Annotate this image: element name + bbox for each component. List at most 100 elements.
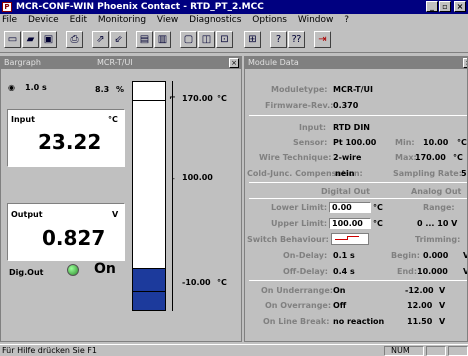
menu-edit[interactable]: Edit (70, 15, 87, 25)
period-radio-icon[interactable]: ◉ (8, 83, 15, 92)
sensor-value: Pt 100.00 (333, 138, 377, 147)
device-icon[interactable]: ⊞ (244, 31, 261, 48)
menu-monitoring[interactable]: Monitoring (98, 15, 146, 25)
status-text: Für Hilfe drücken Sie F1 (2, 346, 97, 355)
module-data-titlebar[interactable]: Module Data × (245, 57, 467, 69)
begin-unit: V (463, 251, 467, 260)
menu-window[interactable]: Window (298, 15, 334, 25)
separator (249, 198, 467, 199)
upper-limit-label: Upper Limit: (271, 219, 328, 228)
new-icon[interactable]: ▭ (4, 31, 21, 48)
output-unit: V (112, 210, 119, 219)
menu-help[interactable]: ? (344, 15, 349, 25)
wire-value: 2-wire (333, 153, 362, 162)
upload-icon[interactable]: ⇗ (92, 31, 109, 48)
menu-device[interactable]: Device (28, 15, 59, 25)
analog-out-header: Analog Out (411, 187, 462, 196)
sampling-value: 5 (461, 169, 467, 178)
output-value: 0.827 (42, 226, 106, 250)
num-lock-indicator: NUM (384, 346, 424, 356)
min-label: Min: (395, 138, 415, 147)
on-overrange-label: On Overrange: (265, 301, 332, 310)
on-delay-label: On-Delay: (283, 251, 328, 260)
window3-icon[interactable]: ⊡ (216, 31, 233, 48)
on-line-break-label: On Line Break: (263, 317, 330, 326)
maximize-icon[interactable]: ▫ (439, 1, 451, 12)
on-underrange-label: On Underrange: (261, 286, 333, 295)
print-icon[interactable]: ⎙ (66, 31, 83, 48)
separator (249, 280, 467, 281)
scale-bottom-value: -10.00 (182, 278, 211, 287)
scale-top-unit: °C (217, 94, 227, 103)
output-box: Output V 0.827 (7, 203, 125, 261)
cjc-value: nein (335, 169, 355, 178)
switch-behaviour-label: Switch Behaviour: (247, 235, 329, 244)
exit-icon[interactable]: ⇥ (314, 31, 331, 48)
open-icon[interactable]: ▰ (22, 31, 39, 48)
scale-bottom-unit: °C (217, 278, 227, 287)
upper-limit-value: 100.00 (332, 219, 363, 228)
title-bar[interactable]: P MCR-CONF-WIN Phoenix Contact - RTD_PT_… (0, 0, 468, 14)
app-icon[interactable]: P (2, 2, 12, 12)
max-value: 170.00 (415, 153, 446, 162)
on-underrange-unit: V (439, 286, 446, 295)
end-label: End: (397, 267, 418, 276)
begin-value: 0.000 (423, 251, 449, 260)
lower-limit-unit: °C (373, 203, 383, 212)
compare-icon[interactable]: ▥ (154, 31, 171, 48)
save-icon[interactable]: ▣ (40, 31, 57, 48)
window1-icon[interactable]: ▢ (180, 31, 197, 48)
period-value: 1.0 s (25, 83, 47, 92)
context-help-icon[interactable]: ⁇ (288, 31, 305, 48)
help-icon[interactable]: ? (270, 31, 287, 48)
bargraph-title: Bargraph (4, 58, 41, 67)
minimize-icon[interactable]: _ (426, 1, 438, 12)
close-icon[interactable]: × (463, 58, 467, 68)
status-led-icon (67, 264, 79, 276)
menu-diagnostics[interactable]: Diagnostics (189, 15, 241, 25)
close-icon[interactable]: × (229, 58, 239, 68)
status-field (448, 346, 468, 356)
close-icon[interactable]: × (454, 1, 466, 12)
scale-mid-value: 100.00 (182, 173, 213, 182)
on-underrange-value: On (333, 286, 346, 295)
switch-behaviour-icon[interactable] (331, 233, 369, 245)
bargraph-panel: Bargraph MCR-T/UI × ◉ 1.0 s 8.3 % Input … (0, 56, 242, 342)
percent-unit: % (116, 85, 125, 94)
separator (249, 115, 467, 116)
on-line-break-volts: 11.50 (407, 317, 433, 326)
monitor-icon[interactable]: ▤ (136, 31, 153, 48)
max-unit: °C (453, 153, 463, 162)
max-marker (133, 100, 165, 101)
bar-fill (133, 268, 165, 310)
trimming-label: Trimming: (415, 235, 461, 244)
digout-value: On (94, 261, 116, 277)
sensor-label: Sensor: (293, 138, 328, 147)
bargraph-titlebar[interactable]: Bargraph MCR-T/UI × (1, 57, 241, 69)
off-delay-label: Off-Delay: (283, 267, 328, 276)
input-unit: °C (108, 115, 118, 124)
bargraph-module: MCR-T/UI (97, 58, 133, 67)
lower-limit-value: 0.00 (332, 203, 352, 212)
menu-view[interactable]: View (157, 15, 178, 25)
range-label: Range: (423, 203, 455, 212)
begin-label: Begin: (391, 251, 420, 260)
menu-file[interactable]: File (2, 15, 17, 25)
menu-options[interactable]: Options (252, 15, 287, 25)
input-label: Input (11, 115, 35, 124)
lower-limit-label: Lower Limit: (271, 203, 328, 212)
scale-axis (172, 81, 173, 311)
firmware-label: Firmware-Rev.: (265, 101, 334, 110)
end-unit: V (463, 267, 467, 276)
module-data-panel: Module Data × Moduletype: MCR-T/UI Firmw… (244, 56, 468, 342)
window2-icon[interactable]: ◫ (198, 31, 215, 48)
download-icon[interactable]: ⇙ (110, 31, 127, 48)
digital-out-header: Digital Out (321, 187, 370, 196)
min-marker (133, 291, 165, 292)
input-box: Input °C 23.22 (7, 109, 125, 167)
upper-limit-unit: °C (373, 219, 383, 228)
on-overrange-volts: 12.00 (407, 301, 433, 310)
separator (249, 182, 467, 183)
menu-bar: File Device Edit Monitoring View Diagnos… (0, 14, 468, 27)
range-value: 0 ... 10 V (417, 219, 458, 228)
